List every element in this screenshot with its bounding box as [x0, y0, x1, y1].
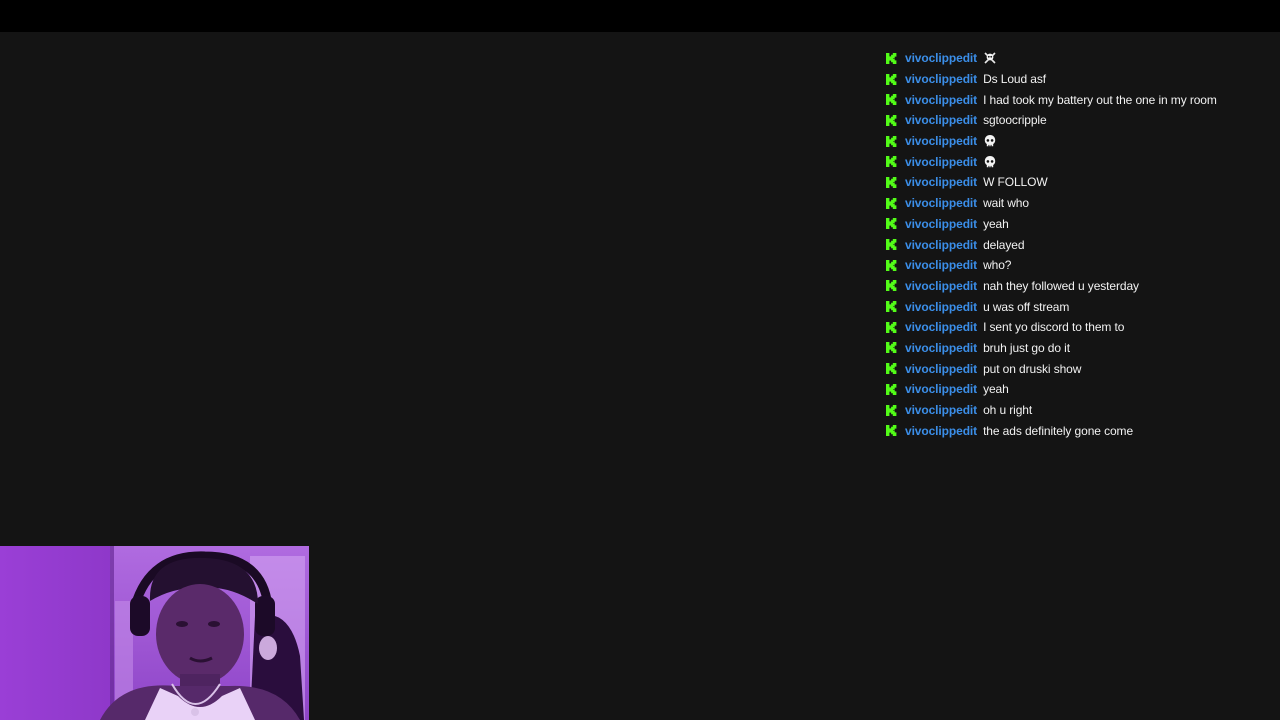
- kick-badge-icon: [886, 239, 897, 251]
- chat-message: vivoclippedit Ds Loud asf: [886, 69, 1276, 90]
- chat-message: vivoclippedit yeah: [886, 379, 1276, 400]
- kick-badge-icon: [886, 218, 897, 230]
- kick-badge-icon: [886, 52, 897, 64]
- chat-message-text: W FOLLOW: [983, 175, 1048, 190]
- chat-message: vivoclippedit wait who: [886, 193, 1276, 214]
- chat-message-text: who?: [983, 258, 1012, 273]
- chat-message: vivoclippedit yeah: [886, 214, 1276, 235]
- chat-username[interactable]: vivoclippedit: [905, 403, 977, 417]
- chat-message: vivoclippedit I sent yo discord to them t…: [886, 317, 1276, 338]
- chat-message: vivoclippedit W FOLLOW: [886, 172, 1276, 193]
- chat-message-text: delayed: [983, 237, 1025, 252]
- chat-username[interactable]: vivoclippedit: [905, 72, 977, 86]
- chat-message-text: sgtoocripple: [983, 113, 1047, 128]
- chat-username[interactable]: vivoclippedit: [905, 196, 977, 210]
- chat-message-text: put on druski show: [983, 361, 1082, 376]
- chat-username[interactable]: vivoclippedit: [905, 113, 977, 127]
- chat-message-text: wait who: [983, 196, 1029, 211]
- chat-message: vivoclippedit the ads definitely gone com…: [886, 420, 1276, 441]
- chat-message-text: u was off stream: [983, 299, 1070, 314]
- webcam-feed-image: [0, 546, 309, 720]
- chat-username[interactable]: vivoclippedit: [905, 341, 977, 355]
- chat-message: vivoclippedit I had took my battery out t…: [886, 89, 1276, 110]
- chat-message: vivoclippedit u was off stream: [886, 296, 1276, 317]
- kick-badge-icon: [886, 363, 897, 375]
- chat-message: vivoclippedit: [886, 151, 1276, 172]
- chat-username[interactable]: vivoclippedit: [905, 134, 977, 148]
- chat-message: vivoclippedit sgtoocripple: [886, 110, 1276, 131]
- kick-badge-icon: [886, 383, 897, 395]
- chat-username[interactable]: vivoclippedit: [905, 155, 977, 169]
- kick-badge-icon: [886, 301, 897, 313]
- chat-username[interactable]: vivoclippedit: [905, 279, 977, 293]
- chat-username[interactable]: vivoclippedit: [905, 217, 977, 231]
- chat-username[interactable]: vivoclippedit: [905, 175, 977, 189]
- chat-message-text: I had took my battery out the one in my …: [983, 92, 1217, 107]
- kick-badge-icon: [886, 135, 897, 147]
- chat-message: vivoclippedit: [886, 48, 1276, 69]
- kick-badge-icon: [886, 259, 897, 271]
- chat-message-text: nah they followed u yesterday: [983, 278, 1139, 293]
- chat-username[interactable]: vivoclippedit: [905, 93, 977, 107]
- chat-username[interactable]: vivoclippedit: [905, 51, 977, 65]
- kick-badge-icon: [886, 176, 897, 188]
- kick-badge-icon: [886, 321, 897, 333]
- chat-message-text: yeah: [983, 382, 1009, 397]
- crossbones-emote: [983, 51, 997, 65]
- top-black-bar: [0, 0, 1280, 32]
- chat-username[interactable]: vivoclippedit: [905, 238, 977, 252]
- kick-badge-icon: [886, 425, 897, 437]
- chat-message-text: yeah: [983, 216, 1009, 231]
- chat-message: vivoclippedit put on druski show: [886, 358, 1276, 379]
- chat-message-text: Ds Loud asf: [983, 72, 1046, 87]
- kick-badge-icon: [886, 73, 897, 85]
- kick-badge-icon: [886, 114, 897, 126]
- chat-message-text: the ads definitely gone come: [983, 423, 1134, 438]
- chat-message: vivoclippedit nah they followed u yesterd…: [886, 276, 1276, 297]
- chat-username[interactable]: vivoclippedit: [905, 382, 977, 396]
- chat-username[interactable]: vivoclippedit: [905, 362, 977, 376]
- chat-message: vivoclippedit delayed: [886, 234, 1276, 255]
- skull-emote: [983, 134, 997, 148]
- kick-badge-icon: [886, 404, 897, 416]
- chat-username[interactable]: vivoclippedit: [905, 258, 977, 272]
- chat-message-text: bruh just go do it: [983, 340, 1070, 355]
- kick-badge-icon: [886, 197, 897, 209]
- chat-username[interactable]: vivoclippedit: [905, 320, 977, 334]
- skull-emote: [983, 155, 997, 169]
- kick-badge-icon: [886, 156, 897, 168]
- chat-message: vivoclippedit oh u right: [886, 400, 1276, 421]
- stream-frame: vivoclippedit vivoclippedit Ds Loud asf viv…: [0, 0, 1280, 720]
- kick-badge-icon: [886, 342, 897, 354]
- chat-message-text: oh u right: [983, 403, 1033, 418]
- chat-username[interactable]: vivoclippedit: [905, 300, 977, 314]
- chat-message-text: I sent yo discord to them to: [983, 320, 1125, 335]
- chat-message: vivoclippedit who?: [886, 255, 1276, 276]
- chat-overlay: vivoclippedit vivoclippedit Ds Loud asf viv…: [886, 48, 1276, 441]
- kick-badge-icon: [886, 94, 897, 106]
- chat-message: vivoclippedit: [886, 131, 1276, 152]
- kick-badge-icon: [886, 280, 897, 292]
- chat-message: vivoclippedit bruh just go do it: [886, 338, 1276, 359]
- chat-username[interactable]: vivoclippedit: [905, 424, 977, 438]
